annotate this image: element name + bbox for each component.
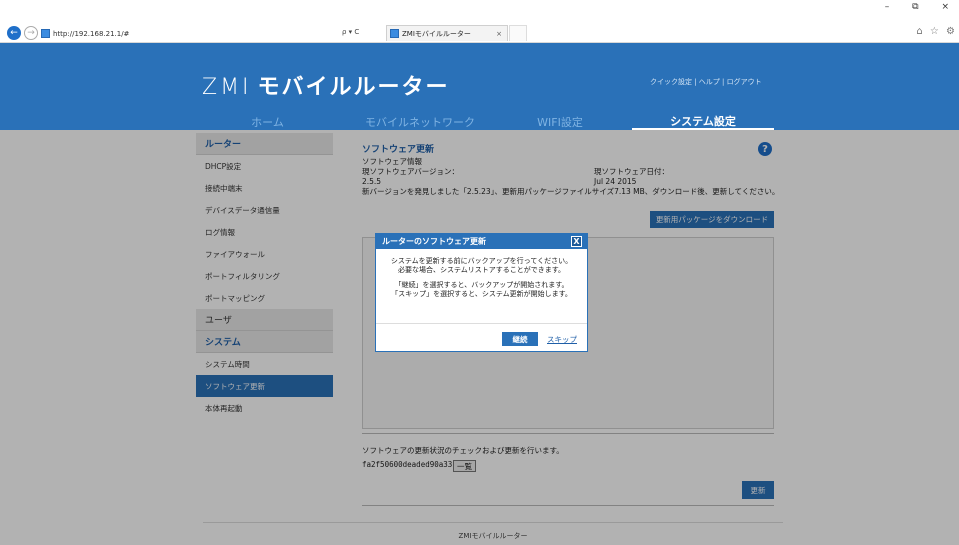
nav-system-settings[interactable]: システム設定 bbox=[632, 113, 774, 130]
back-arrow-icon[interactable]: ← bbox=[7, 26, 21, 40]
dialog-title: ルーターのソフトウェア更新 bbox=[382, 237, 486, 246]
dialog-text: 「継続」を選択すると、バックアップが開始されます。 bbox=[394, 281, 569, 289]
address-tools[interactable]: ρ ▾ C bbox=[342, 28, 359, 36]
dialog-footer: 継続 スキップ bbox=[376, 323, 587, 352]
site-header: ZMI モバイルルーター クイック設定 | ヘルプ | ログアウト ホーム モバイ… bbox=[0, 43, 959, 130]
browser-tab[interactable]: ZMIモバイルルーター × bbox=[386, 25, 508, 41]
dialog-body: システムを更新する前にバックアップを行ってください。 必要な場合、システムリスト… bbox=[376, 249, 587, 299]
address-bar[interactable]: http://192.168.21.1/# bbox=[41, 27, 321, 40]
nav-mobile-network[interactable]: モバイルネットワーク bbox=[335, 113, 505, 130]
brand-title: モバイルルーター bbox=[257, 75, 450, 100]
brand-logo: ZMI モバイルルーター bbox=[202, 69, 450, 101]
window-controls[interactable]: – ⧉ × bbox=[885, 2, 959, 12]
dialog-header: ルーターのソフトウェア更新 X bbox=[376, 234, 587, 249]
main-nav: ホーム モバイルネットワーク WIFI設定 システム設定 bbox=[200, 113, 785, 130]
favicon-icon bbox=[41, 29, 50, 38]
continue-button[interactable]: 継続 bbox=[502, 332, 538, 346]
tab-title: ZMIモバイルルーター bbox=[402, 29, 471, 38]
brand-logo-mark: ZMI bbox=[202, 75, 252, 100]
dialog-close-icon[interactable]: X bbox=[571, 236, 582, 247]
forward-arrow-icon[interactable]: → bbox=[24, 26, 38, 40]
dialog-text: 必要な場合、システムリストアすることができます。 bbox=[397, 266, 566, 274]
browser-toolbar-icons[interactable]: ⌂ ☆ ⚙ bbox=[916, 26, 957, 37]
skip-link[interactable]: スキップ bbox=[547, 334, 577, 345]
tab-close-icon[interactable]: × bbox=[496, 30, 502, 38]
nav-wifi-settings[interactable]: WIFI設定 bbox=[505, 113, 615, 130]
update-dialog: ルーターのソフトウェア更新 X システムを更新する前にバックアップを行ってくださ… bbox=[375, 233, 588, 352]
new-tab-button[interactable] bbox=[509, 25, 527, 41]
address-url: http://192.168.21.1/# bbox=[53, 29, 130, 38]
dialog-text: システムを更新する前にバックアップを行ってください。 bbox=[390, 257, 573, 265]
top-links[interactable]: クイック設定 | ヘルプ | ログアウト bbox=[650, 77, 762, 87]
browser-chrome: ← → http://192.168.21.1/# ρ ▾ C ZMIモバイルル… bbox=[0, 0, 959, 43]
dialog-text: 「スキップ」を選択すると、システム更新が開始します。 bbox=[391, 290, 572, 298]
tab-favicon-icon bbox=[390, 29, 399, 38]
nav-home[interactable]: ホーム bbox=[200, 113, 335, 130]
